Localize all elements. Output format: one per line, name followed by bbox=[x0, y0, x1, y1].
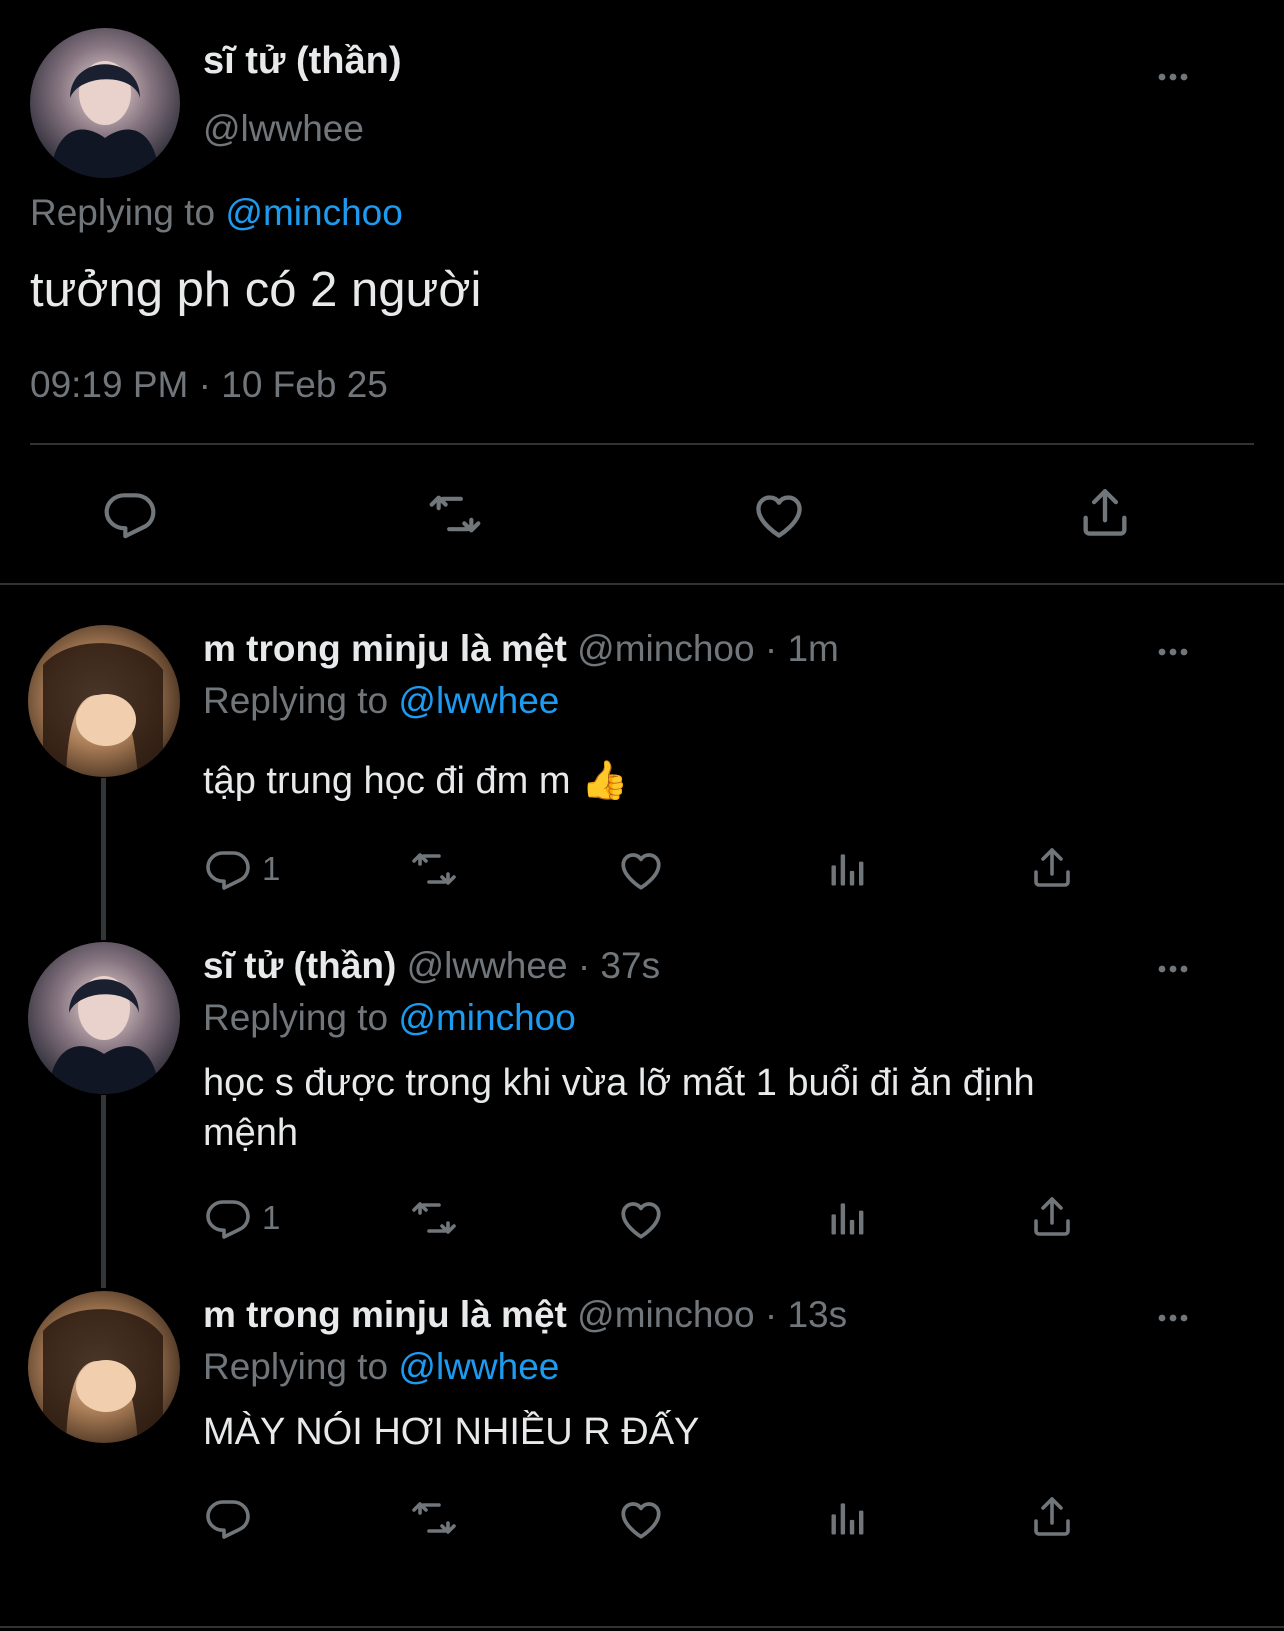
reply-button[interactable]: 1 bbox=[204, 1194, 280, 1242]
tweet-text: MÀY NÓI HƠI NHIỀU R ĐẤY bbox=[203, 1411, 700, 1453]
tweet-text: tập trung học đi đm m 👍 bbox=[203, 758, 628, 803]
replying-to: Replying to @lwwhee bbox=[203, 680, 559, 722]
replying-to: Replying to @lwwhee bbox=[203, 1346, 559, 1388]
tweet-text-line-1: học s được trong khi vừa lỡ mất 1 buổi đ… bbox=[203, 1062, 1035, 1104]
heart-icon bbox=[616, 845, 666, 895]
more-icon[interactable] bbox=[1153, 632, 1193, 672]
section-divider bbox=[0, 583, 1284, 585]
views-icon bbox=[826, 846, 870, 892]
replying-prefix: Replying to bbox=[30, 192, 216, 233]
heart-icon bbox=[750, 486, 808, 544]
replying-to: Replying to @minchoo bbox=[30, 192, 403, 234]
relative-time[interactable]: · 13s bbox=[765, 1294, 847, 1335]
views-icon bbox=[826, 1195, 870, 1241]
display-name[interactable]: sĩ tử (thần) bbox=[203, 40, 402, 83]
relative-time[interactable]: · 37s bbox=[578, 945, 660, 986]
retweet-button[interactable] bbox=[407, 1494, 461, 1542]
share-icon bbox=[1028, 1193, 1076, 1241]
reply-button[interactable]: 1 bbox=[204, 845, 280, 893]
avatar[interactable] bbox=[28, 625, 180, 777]
like-button[interactable] bbox=[616, 1194, 666, 1244]
thread-line bbox=[101, 1095, 106, 1288]
retweet-button[interactable] bbox=[407, 1194, 461, 1242]
mention-link[interactable]: @lwwhee bbox=[398, 1346, 559, 1387]
retweet-icon bbox=[407, 845, 461, 893]
reply-icon bbox=[204, 1494, 252, 1542]
heart-icon bbox=[616, 1194, 666, 1244]
more-icon[interactable] bbox=[1153, 949, 1193, 989]
more-icon[interactable] bbox=[1153, 57, 1193, 97]
thumbs-up-emoji: 👍 bbox=[581, 758, 629, 802]
views-button[interactable] bbox=[826, 846, 870, 892]
timestamp[interactable]: 09:19 PM · 10 Feb 25 bbox=[30, 364, 388, 406]
tweet-header: m trong minju là mệt @minchoo · 1m bbox=[203, 628, 839, 670]
views-button[interactable] bbox=[826, 1195, 870, 1241]
handle[interactable]: @minchoo bbox=[577, 1294, 754, 1335]
heart-icon bbox=[616, 1494, 666, 1544]
retweet-icon bbox=[407, 1494, 461, 1542]
retweet-button[interactable] bbox=[424, 486, 486, 542]
handle[interactable]: @lwwhee bbox=[407, 945, 568, 986]
retweet-button[interactable] bbox=[407, 845, 461, 893]
reply-button[interactable] bbox=[102, 486, 158, 542]
share-button[interactable] bbox=[1028, 1193, 1076, 1241]
reply-icon bbox=[204, 1194, 252, 1242]
like-button[interactable] bbox=[616, 845, 666, 895]
display-name[interactable]: sĩ tử (thần) bbox=[203, 945, 396, 986]
handle[interactable]: @minchoo bbox=[577, 628, 754, 669]
reply-count: 1 bbox=[262, 1199, 281, 1236]
replying-prefix: Replying to bbox=[203, 997, 389, 1038]
reply-icon bbox=[102, 486, 158, 542]
replying-to: Replying to @minchoo bbox=[203, 997, 576, 1039]
more-icon[interactable] bbox=[1153, 1298, 1193, 1338]
mention-link[interactable]: @minchoo bbox=[398, 997, 575, 1038]
section-divider bbox=[0, 1626, 1284, 1628]
replying-prefix: Replying to bbox=[203, 680, 389, 721]
retweet-icon bbox=[424, 486, 486, 542]
tweet-text-line-2: mệnh bbox=[203, 1112, 299, 1154]
thread-line bbox=[101, 778, 106, 940]
share-icon bbox=[1076, 484, 1134, 542]
tweet-text: tưởng ph có 2 người bbox=[30, 263, 482, 317]
reply-count: 1 bbox=[262, 850, 281, 887]
avatar[interactable] bbox=[30, 28, 180, 178]
share-button[interactable] bbox=[1028, 844, 1076, 892]
share-icon bbox=[1028, 1493, 1076, 1541]
divider bbox=[30, 443, 1254, 445]
share-button[interactable] bbox=[1076, 484, 1134, 542]
replying-prefix: Replying to bbox=[203, 1346, 389, 1387]
tweet-header: sĩ tử (thần) @lwwhee · 37s bbox=[203, 945, 660, 987]
tweet-header: m trong minju là mệt @minchoo · 13s bbox=[203, 1294, 847, 1336]
views-icon bbox=[826, 1495, 870, 1541]
retweet-icon bbox=[407, 1194, 461, 1242]
reply-button[interactable] bbox=[204, 1494, 262, 1542]
avatar[interactable] bbox=[28, 942, 180, 1094]
handle[interactable]: @lwwhee bbox=[203, 108, 364, 150]
relative-time[interactable]: · 1m bbox=[765, 628, 839, 669]
reply-icon bbox=[204, 845, 252, 893]
share-icon bbox=[1028, 844, 1076, 892]
views-button[interactable] bbox=[826, 1495, 870, 1541]
like-button[interactable] bbox=[750, 486, 808, 544]
mention-link[interactable]: @lwwhee bbox=[398, 680, 559, 721]
avatar[interactable] bbox=[28, 1291, 180, 1443]
display-name[interactable]: m trong minju là mệt bbox=[203, 1294, 567, 1335]
display-name[interactable]: m trong minju là mệt bbox=[203, 628, 567, 669]
share-button[interactable] bbox=[1028, 1493, 1076, 1541]
tweet-text-body: tập trung học đi đm m bbox=[203, 760, 571, 802]
mention-link[interactable]: @minchoo bbox=[225, 192, 402, 233]
like-button[interactable] bbox=[616, 1494, 666, 1544]
